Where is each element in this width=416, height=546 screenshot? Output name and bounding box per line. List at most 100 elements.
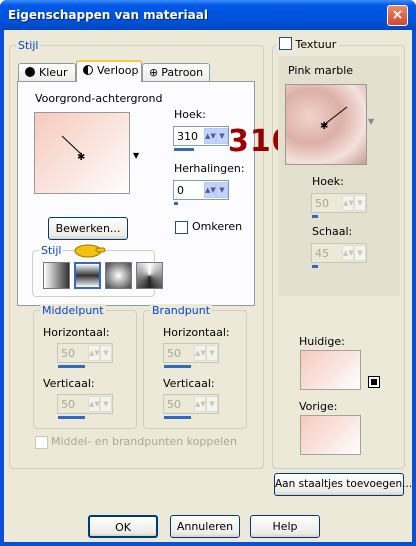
tab-verloop[interactable]: Verloop: [76, 60, 142, 82]
texture-angle-indicator-icon: ✱: [320, 106, 348, 132]
textuur-header: Textuur: [276, 37, 340, 51]
koppelen-label: Middel- en brandpunten koppelen: [51, 435, 237, 448]
angle-indicator-icon: ✱: [61, 135, 85, 163]
hoek-stepper[interactable]: 310 ▲▼ ▼: [173, 126, 229, 146]
cancel-button[interactable]: Annuleren: [170, 515, 240, 538]
herhalingen-slider[interactable]: [174, 202, 178, 205]
omkeren-checkbox[interactable]: [175, 221, 188, 234]
gradient-icon: [83, 65, 93, 75]
middelpunt-label: Middelpunt: [40, 304, 106, 317]
bewerken-button[interactable]: Bewerken...: [48, 217, 128, 240]
spin-up-down-icon[interactable]: ▲▼: [342, 195, 354, 211]
sunburst-style-button[interactable]: [136, 262, 163, 289]
linear-style-button[interactable]: [43, 262, 70, 289]
tab-kleur-label: Kleur: [39, 66, 68, 79]
brandpunt-group: Brandpunt Horizontaal: 50 ▲▼ ▼ Verticaal…: [143, 304, 247, 429]
spin-up-down-icon[interactable]: ▲▼: [88, 345, 100, 361]
mp-verticaal-stepper[interactable]: 50 ▲▼ ▼: [57, 394, 113, 414]
spin-up-down-icon[interactable]: ▲▼: [194, 396, 206, 412]
spin-up-down-icon[interactable]: ▲▼: [194, 345, 206, 361]
omkeren-label: Omkeren: [192, 220, 243, 233]
verloop-tab-panel: Voorgrond-achtergrond ✱ ▼ Hoek: 310 ▲▼ ▼…: [17, 81, 255, 306]
title-bar[interactable]: Eigenschappen van materiaal ×: [0, 0, 416, 30]
bp-verticaal-stepper[interactable]: 50 ▲▼ ▼: [163, 394, 219, 414]
mp-horizontaal-stepper[interactable]: 50 ▲▼ ▼: [57, 343, 113, 363]
mp-verticaal-label: Verticaal:: [43, 377, 95, 390]
bp-horizontaal-label: Horizontaal:: [163, 326, 230, 339]
middelpunt-group: Middelpunt Horizontaal: 50 ▲▼ ▼ Verticaa…: [33, 304, 137, 429]
textuur-checkbox[interactable]: [279, 37, 292, 50]
tab-kleur[interactable]: Kleur: [18, 63, 76, 82]
tex-hoek-value: 50: [315, 197, 329, 210]
spin-up-down-icon[interactable]: ▲▼: [342, 245, 354, 261]
textuur-label: Textuur: [295, 38, 337, 51]
help-button[interactable]: Help: [250, 515, 320, 538]
tab-verloop-label: Verloop: [97, 64, 139, 77]
close-button[interactable]: ×: [387, 5, 408, 26]
svg-text:✱: ✱: [320, 121, 328, 132]
dialog-window: Eigenschappen van materiaal × Stijl Kleu…: [0, 0, 416, 546]
mp-verticaal-value: 50: [61, 398, 75, 411]
mp-horizontaal-slider[interactable]: [58, 365, 85, 368]
hoek-label: Hoek:: [174, 108, 206, 121]
spin-up-down-icon[interactable]: ▲▼: [204, 182, 216, 198]
koppelen-checkbox[interactable]: [35, 436, 48, 449]
tex-hoek-stepper[interactable]: 50 ▲▼ ▼: [311, 193, 367, 213]
current-swatch: [300, 350, 361, 390]
hoek-slider[interactable]: [174, 148, 194, 151]
gradient-preview[interactable]: ✱: [34, 112, 130, 194]
texture-dropdown-icon[interactable]: ▼: [368, 117, 374, 126]
schaal-value: 45: [315, 247, 329, 260]
schaal-slider[interactable]: [312, 265, 318, 268]
svg-text:✱: ✱: [77, 152, 85, 163]
stijl-group-label: Stijl: [16, 39, 41, 52]
chevron-down-icon[interactable]: ▼: [354, 195, 366, 211]
pointing-hand-icon: [70, 239, 106, 259]
huidige-label: Huidige:: [299, 335, 345, 348]
bp-horizontaal-value: 50: [167, 347, 181, 360]
vorige-label: Vorige:: [299, 400, 338, 413]
rectangular-style-button[interactable]: [74, 262, 101, 289]
add-to-swatches-button[interactable]: Aan staaltjes toevoegen...: [274, 473, 412, 496]
ok-button[interactable]: OK: [88, 515, 158, 538]
bp-verticaal-label: Verticaal:: [163, 377, 215, 390]
hoek-value: 310: [177, 130, 198, 143]
previous-swatch[interactable]: [300, 415, 361, 455]
chevron-down-icon[interactable]: ▼: [100, 396, 112, 412]
schaal-label: Schaal:: [312, 225, 353, 238]
chevron-down-icon[interactable]: ▼: [206, 345, 218, 361]
chevron-down-icon[interactable]: ▼: [100, 345, 112, 361]
mp-verticaal-slider[interactable]: [58, 416, 85, 419]
tex-hoek-slider[interactable]: [312, 215, 318, 218]
chevron-down-icon[interactable]: ▼: [206, 396, 218, 412]
mp-horizontaal-label: Horizontaal:: [43, 326, 110, 339]
herhalingen-value: 0: [177, 184, 184, 197]
tex-hoek-label: Hoek:: [312, 175, 344, 188]
bp-verticaal-value: 50: [167, 398, 181, 411]
stijl-sub-label: Stijl: [39, 244, 64, 257]
tab-patroon-label: Patroon: [161, 66, 204, 79]
chevron-down-icon[interactable]: ▼: [354, 245, 366, 261]
swap-icon[interactable]: [368, 376, 380, 388]
chevron-down-icon[interactable]: ▼: [216, 182, 228, 198]
spin-up-down-icon[interactable]: ▲▼: [204, 128, 216, 144]
pattern-icon: ⊕: [149, 66, 159, 79]
schaal-stepper[interactable]: 45 ▲▼ ▼: [311, 243, 367, 263]
bp-verticaal-slider[interactable]: [164, 416, 191, 419]
preview-dropdown-icon[interactable]: ▼: [133, 151, 139, 160]
color-icon: [25, 67, 35, 77]
bp-horizontaal-slider[interactable]: [164, 365, 191, 368]
herhalingen-stepper[interactable]: 0 ▲▼ ▼: [173, 180, 229, 200]
texture-preview[interactable]: ✱: [285, 84, 367, 165]
bp-horizontaal-stepper[interactable]: 50 ▲▼ ▼: [163, 343, 219, 363]
herhalingen-label: Herhalingen:: [174, 162, 245, 175]
dialog-body: Stijl Kleur Verloop ⊕ Patroon Voorgrond-a…: [4, 30, 412, 542]
chevron-down-icon[interactable]: ▼: [216, 128, 228, 144]
tab-patroon[interactable]: ⊕ Patroon: [142, 63, 210, 82]
window-title: Eigenschappen van materiaal: [8, 8, 208, 22]
texture-name: Pink marble: [288, 64, 354, 77]
gradient-name: Voorgrond-achtergrond: [35, 92, 163, 105]
spin-up-down-icon[interactable]: ▲▼: [88, 396, 100, 412]
radial-style-button[interactable]: [105, 262, 132, 289]
mp-horizontaal-value: 50: [61, 347, 75, 360]
